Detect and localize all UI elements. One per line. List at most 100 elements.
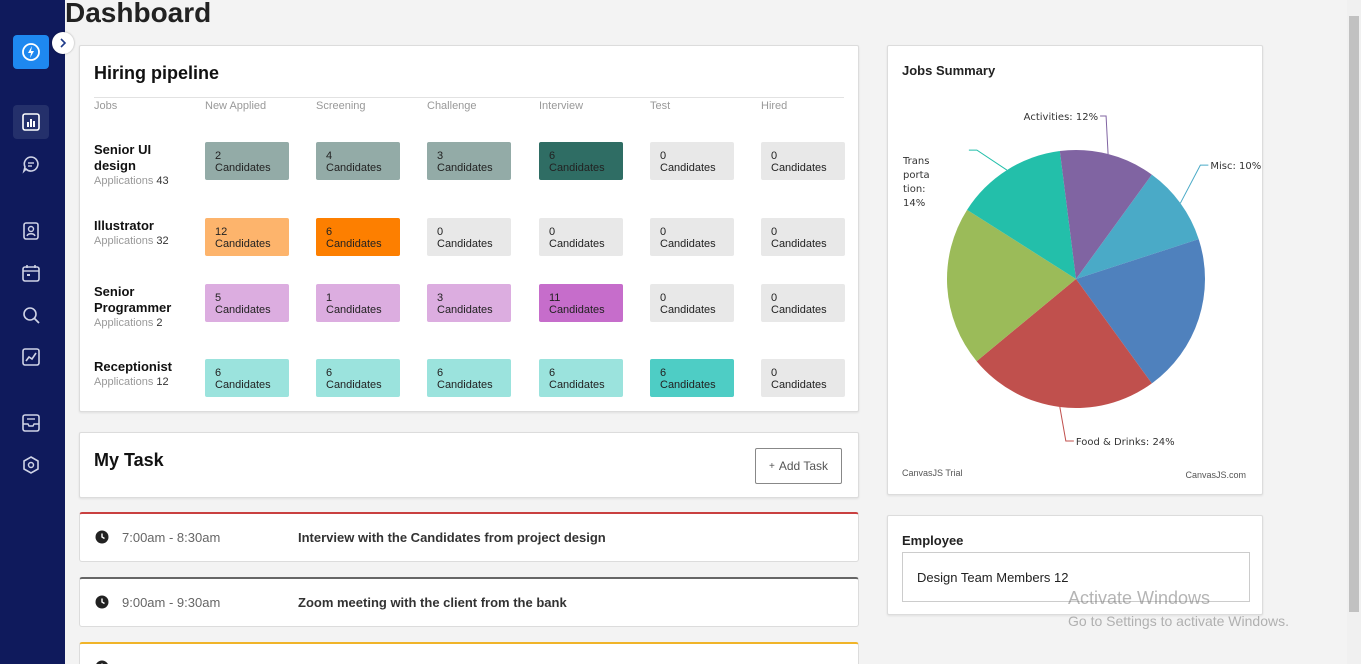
pie-data-label: Activities: 12% bbox=[1024, 112, 1098, 123]
candidate-count: 6 bbox=[215, 367, 222, 379]
page-title: Dashboard bbox=[65, 0, 212, 28]
candidate-count-cell[interactable]: 3 Candidates bbox=[427, 142, 511, 180]
candidate-label: Candidates bbox=[660, 379, 716, 391]
chevron-right-icon bbox=[60, 38, 67, 48]
jobs-summary-card: Jobs Summary Misc: 10% Activities: 12% Tra… bbox=[887, 45, 1263, 495]
pie-data-label: Food & Drinks: 24% bbox=[1076, 437, 1175, 448]
candidate-count-cell[interactable]: 0 Candidates bbox=[761, 284, 845, 322]
add-task-button[interactable]: + Add Task bbox=[755, 448, 842, 484]
candidate-count-cell[interactable]: 3 Candidates bbox=[427, 284, 511, 322]
employee-item-label: Design Team Members 12 bbox=[917, 570, 1069, 585]
candidate-count-cell[interactable]: 0 Candidates bbox=[761, 142, 845, 180]
candidate-count: 0 bbox=[549, 226, 556, 238]
candidate-label: Candidates bbox=[771, 238, 827, 250]
page-scrollbar[interactable] bbox=[1347, 0, 1361, 664]
candidate-count-cell[interactable]: 6 Candidates bbox=[650, 359, 734, 397]
candidate-count-cell[interactable]: 0 Candidates bbox=[427, 218, 511, 256]
nav-settings[interactable] bbox=[13, 448, 49, 482]
employee-title: Employee bbox=[902, 533, 964, 548]
app-logo[interactable] bbox=[13, 35, 49, 69]
plus-icon: + bbox=[769, 460, 775, 472]
job-name[interactable]: Senior Programmer bbox=[94, 284, 184, 316]
sidebar bbox=[0, 0, 65, 664]
candidate-count-cell[interactable]: 6 Candidates bbox=[427, 359, 511, 397]
candidate-label: Candidates bbox=[771, 304, 827, 316]
candidate-label: Candidates bbox=[437, 304, 493, 316]
candidate-count-cell[interactable]: 11 Candidates bbox=[539, 284, 623, 322]
candidate-count-cell[interactable]: 4 Candidates bbox=[316, 142, 400, 180]
jobs-summary-pie-chart: Misc: 10% Activities: 12% Trans porta tion: 1… bbox=[902, 112, 1261, 448]
scrollbar-thumb[interactable] bbox=[1349, 16, 1359, 612]
applications-label: Applications bbox=[94, 235, 154, 247]
nav-contacts[interactable] bbox=[13, 214, 49, 248]
candidate-label: Candidates bbox=[437, 162, 493, 174]
column-header: Jobs bbox=[94, 100, 118, 112]
candidate-count-cell[interactable]: 2 Candidates bbox=[205, 142, 289, 180]
nav-search[interactable] bbox=[13, 298, 49, 332]
candidate-count-cell[interactable]: 0 Candidates bbox=[650, 218, 734, 256]
job-name[interactable]: Senior UI design bbox=[94, 142, 184, 174]
candidate-label: Candidates bbox=[215, 238, 271, 250]
candidate-count-cell[interactable]: 0 Candidates bbox=[650, 142, 734, 180]
candidate-label: Candidates bbox=[549, 162, 605, 174]
task-item[interactable]: 9:00am - 9:30am Zoom meeting with the cl… bbox=[79, 577, 859, 627]
task-item[interactable] bbox=[79, 642, 859, 664]
job-name[interactable]: Receptionist bbox=[94, 359, 184, 375]
column-header: Test bbox=[650, 100, 671, 112]
candidate-count: 3 bbox=[437, 150, 444, 162]
candidate-count-cell[interactable]: 1 Candidates bbox=[316, 284, 400, 322]
chat-icon bbox=[22, 156, 39, 174]
candidate-label: Candidates bbox=[326, 238, 382, 250]
candidate-count: 0 bbox=[660, 150, 667, 162]
my-task-title: My Task bbox=[94, 450, 164, 470]
column-header: New Applied bbox=[205, 100, 267, 112]
add-task-label: Add Task bbox=[778, 459, 828, 473]
candidate-count-cell[interactable]: 0 Candidates bbox=[761, 218, 845, 256]
windows-activation-hint: Go to Settings to activate Windows. bbox=[1068, 613, 1289, 629]
column-header: Screening bbox=[316, 100, 366, 112]
candidate-count: 6 bbox=[437, 367, 444, 379]
candidate-count-cell[interactable]: 5 Candidates bbox=[205, 284, 289, 322]
sidebar-toggle-button[interactable] bbox=[52, 32, 74, 54]
nav-dashboard[interactable] bbox=[13, 105, 49, 139]
column-header: Challenge bbox=[427, 100, 477, 112]
nav-analytics[interactable] bbox=[13, 340, 49, 374]
candidate-label: Candidates bbox=[771, 162, 827, 174]
candidate-label: Candidates bbox=[326, 379, 382, 391]
chart-credit-link[interactable]: CanvasJS.com bbox=[1185, 470, 1246, 480]
candidate-count: 1 bbox=[326, 292, 333, 304]
nav-inbox[interactable] bbox=[13, 406, 49, 440]
candidate-count: 6 bbox=[326, 226, 333, 238]
candidate-count-cell[interactable]: 6 Candidates bbox=[316, 359, 400, 397]
pie-label-leader bbox=[1100, 115, 1109, 155]
candidate-count-cell[interactable]: 6 Candidates bbox=[316, 218, 400, 256]
candidate-count-cell[interactable]: 6 Candidates bbox=[205, 359, 289, 397]
job-name[interactable]: Illustrator bbox=[94, 218, 184, 234]
candidate-count-cell[interactable]: 0 Candidates bbox=[650, 284, 734, 322]
candidate-count-cell[interactable]: 0 Candidates bbox=[539, 218, 623, 256]
trend-chart-icon bbox=[22, 348, 40, 366]
candidate-count: 6 bbox=[549, 150, 556, 162]
inbox-icon bbox=[22, 414, 40, 432]
job-applications: Applications 32 bbox=[94, 235, 169, 247]
task-time: 9:00am - 9:30am bbox=[122, 595, 221, 610]
candidate-count-cell[interactable]: 6 Candidates bbox=[539, 359, 623, 397]
candidate-count-cell[interactable]: 0 Candidates bbox=[761, 359, 845, 397]
candidate-label: Candidates bbox=[771, 379, 827, 391]
my-task-card: My Task + Add Task bbox=[79, 432, 859, 498]
applications-label: Applications bbox=[94, 376, 154, 388]
candidate-count: 6 bbox=[549, 367, 556, 379]
candidate-count-cell[interactable]: 12 Candidates bbox=[205, 218, 289, 256]
job-applications: Applications 43 bbox=[94, 175, 169, 187]
nav-messages[interactable] bbox=[13, 147, 49, 181]
bar-chart-icon bbox=[22, 113, 40, 131]
task-item[interactable]: 7:00am - 8:30am Interview with the Candi… bbox=[79, 512, 859, 562]
task-time: 7:00am - 8:30am bbox=[122, 530, 221, 545]
column-header: Hired bbox=[761, 100, 788, 112]
job-applications: Applications 12 bbox=[94, 376, 169, 388]
candidate-count: 0 bbox=[771, 367, 778, 379]
contact-icon bbox=[23, 222, 39, 240]
candidate-count: 0 bbox=[771, 226, 778, 238]
candidate-count-cell[interactable]: 6 Candidates bbox=[539, 142, 623, 180]
nav-calendar[interactable] bbox=[13, 256, 49, 290]
